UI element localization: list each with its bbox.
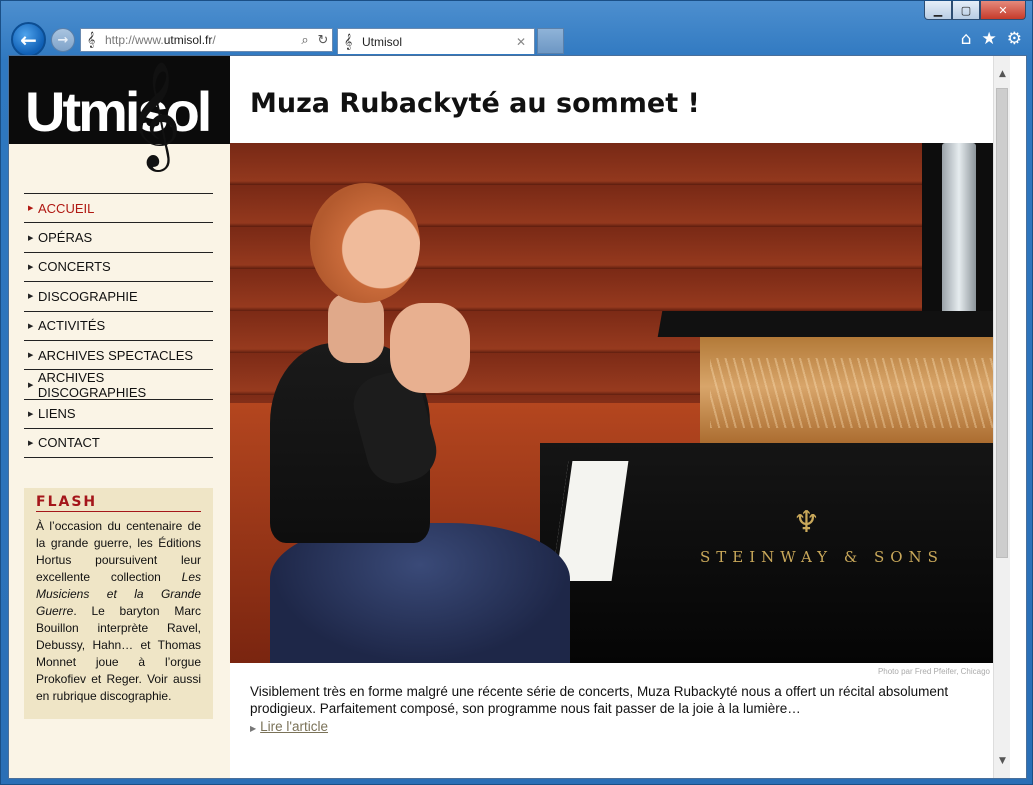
flash-title: FLASH [36,494,201,512]
address-bar[interactable]: 𝄞 http://www.utmisol.fr/ ⌕ ↻ [80,28,333,52]
tab-title: Utmisol [362,34,403,49]
nav-item-label: DISCOGRAPHIE [38,288,138,304]
photo-piano-brand: STEINWAY & SONS [700,548,944,566]
main-nav: ▶ ACCUEIL ▶ OPÉRAS ▶ CONCERTS ▶ DISCOGRAPHIE… [24,193,213,458]
flash-text-part: À l’occasion du centenaire de la grande … [36,519,201,584]
nav-item-accueil[interactable]: ▶ ACCUEIL [24,193,213,222]
new-tab-button[interactable] [537,28,564,54]
triangle-icon: ▶ [250,724,257,733]
nav-item-label: OPÉRAS [38,230,93,246]
nav-item-label: ACTIVITÉS [38,318,106,334]
chevron-up-icon[interactable]: ▲ [994,66,1011,83]
forward-arrow-icon[interactable]: → [51,28,75,52]
home-icon[interactable]: ⌂ [961,29,972,49]
search-icon[interactable]: ⌕ [296,33,314,48]
triangle-icon: ▶ [28,234,34,242]
read-more-link[interactable]: ▶ Lire l'article [250,719,328,734]
scrollbar-thumb[interactable] [996,88,1008,558]
treble-clef-icon: 𝄞 [87,32,96,48]
browser-window: ▁ ▢ ✕ ← → 𝄞 http://www.utmisol.fr/ ⌕ ↻ 𝄞… [0,0,1033,785]
minimize-icon[interactable]: ▁ [924,1,952,20]
nav-item-contact[interactable]: ▶ CONTACT [24,428,213,458]
nav-item-concerts[interactable]: ▶ CONCERTS [24,251,213,281]
star-icon[interactable]: ★ [982,29,997,49]
read-more-label[interactable]: Lire l'article [260,719,328,734]
sidebar: Utmisol 𝄞 ▶ ACCUEIL ▶ OPÉRAS ▶ CONCERTS ▶ DI… [9,56,230,778]
close-icon[interactable]: ✕ [980,1,1026,20]
photo-pianist-hands [390,303,470,393]
flash-box: FLASH À l’occasion du centenaire de la g… [24,488,213,719]
photo-piano-top [657,311,1010,337]
nav-item-label: ACCUEIL [38,200,95,216]
flash-text-part: . Le baryton Marc Bouillon interprète Ra… [36,604,201,703]
flash-text: À l’occasion du centenaire de la grande … [36,518,201,705]
window-controls: ▁ ▢ ✕ [924,1,1026,20]
nav-item-discographie[interactable]: ▶ DISCOGRAPHIE [24,281,213,310]
back-arrow-icon[interactable]: ← [11,22,46,57]
triangle-icon: ▶ [28,263,34,271]
triangle-icon: ▶ [28,322,34,330]
nav-item-label: CONCERTS [38,259,111,275]
triangle-icon: ▶ [28,381,34,389]
tab-utmisol[interactable]: 𝄞 Utmisol ✕ [337,28,535,54]
triangle-icon: ▶ [28,439,34,447]
photo-credit: Photo par Fred Pfeifer, Chicago [877,667,990,676]
nav-item-liens[interactable]: ▶ LIENS [24,398,213,428]
maximize-icon[interactable]: ▢ [952,1,980,20]
article-excerpt: Visiblement très en forme malgré une réc… [250,684,949,716]
article-title[interactable]: Muza Rubackyté au sommet ! [250,88,700,119]
nav-item-label: ARCHIVES DISCOGRAPHIES [37,369,147,400]
gear-icon[interactable]: ⚙ [1007,29,1022,49]
close-icon[interactable]: ✕ [516,35,534,49]
nav-item-label: ARCHIVES SPECTACLES [38,347,194,363]
page-viewport: Utmisol 𝄞 ▶ ACCUEIL ▶ OPÉRAS ▶ CONCERTS ▶ DI… [8,55,1027,779]
nav-item-archives-spectacles[interactable]: ▶ ARCHIVES SPECTACLES [24,339,213,369]
nav-item-archives-discographies[interactable]: ▶ ARCHIVES DISCOGRAPHIES [24,369,213,400]
photo-pianist-skirt [270,523,570,663]
logo[interactable]: Utmisol [9,56,230,144]
nav-item-activites[interactable]: ▶ ACTIVITÉS [24,310,213,340]
triangle-icon: ▶ [28,293,34,301]
article-photo[interactable]: ♆ STEINWAY & SONS [230,143,1010,663]
photo-piano-strings [710,358,1010,428]
triangle-icon: ▶ [28,410,34,418]
nav-item-label: CONTACT [38,435,100,451]
triangle-icon: ▶ [28,352,34,360]
nav-item-operas[interactable]: ▶ OPÉRAS [24,222,213,251]
toolbar-icons: ⌂ ★ ⚙ [961,29,1022,49]
vertical-scrollbar[interactable]: ▲ ▼ [993,56,1011,778]
logo-text: Utmisol [25,80,212,143]
photo-pianist-neck [328,293,384,363]
main-content: Muza Rubackyté au sommet ! ♆ STEINWAY & … [230,56,1011,778]
triangle-icon: ▶ [28,205,34,213]
url-text[interactable]: http://www.utmisol.fr/ [105,33,296,47]
refresh-icon[interactable]: ↻ [314,33,332,48]
treble-clef-icon: 𝄞 [344,33,353,50]
lyre-icon: ♆ [793,505,820,540]
photo-pianist-head [310,183,420,303]
treble-clef-icon: 𝄞 [127,60,182,167]
chevron-down-icon[interactable]: ▼ [994,753,1011,770]
nav-item-label: LIENS [38,406,76,422]
